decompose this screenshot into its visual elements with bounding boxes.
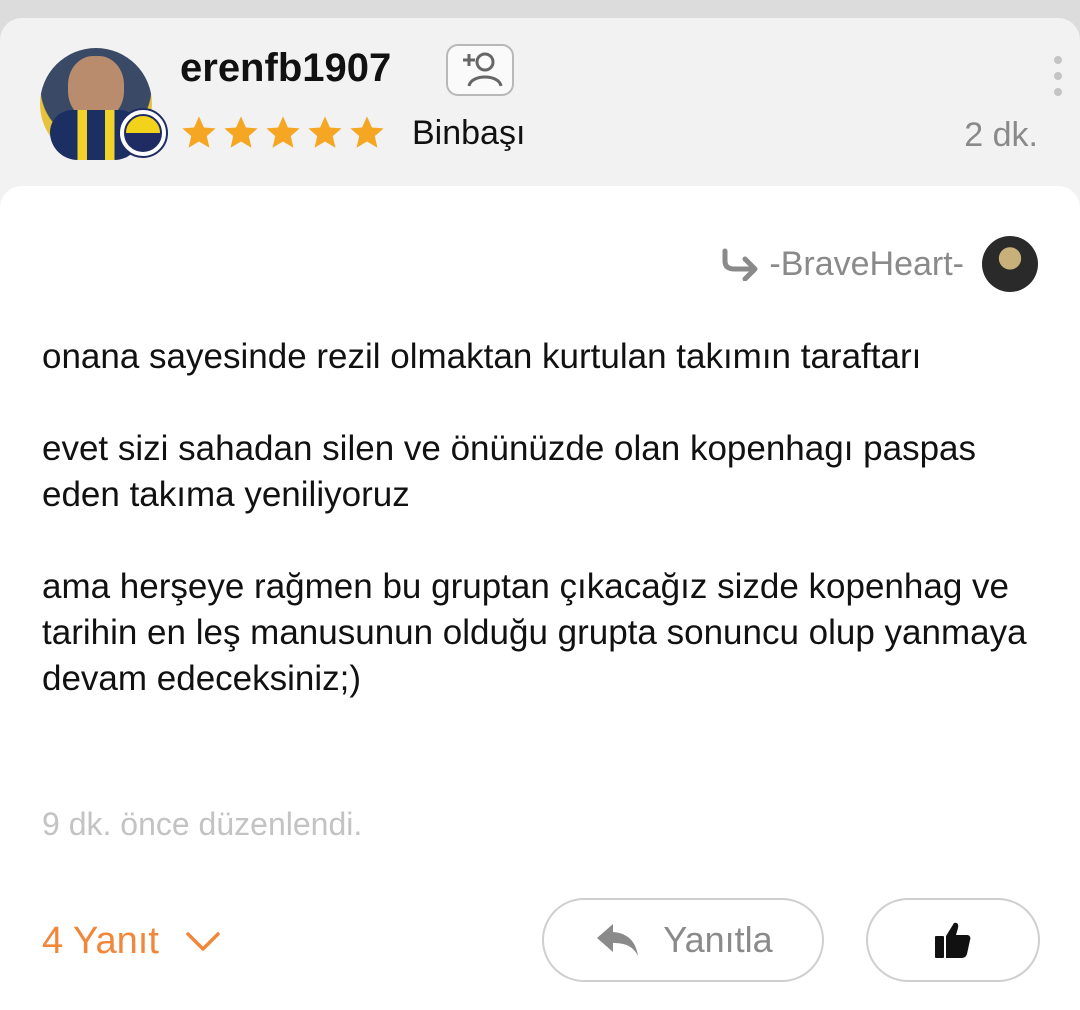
reply-button[interactable]: Yanıtla <box>542 898 824 982</box>
username[interactable]: erenfb1907 <box>180 46 391 91</box>
star-icon <box>224 116 258 148</box>
comment-paragraph: evet sizi sahadan silen ve önünüzde olan… <box>42 429 977 514</box>
comment-paragraph: onana sayesinde rezil olmaktan kurtulan … <box>42 337 922 376</box>
reply-icon <box>597 924 639 956</box>
reply-to-avatar <box>982 236 1038 292</box>
comment-text: onana sayesinde rezil olmaktan kurtulan … <box>42 334 1032 748</box>
reply-to-name: -BraveHeart- <box>769 244 964 283</box>
reply-to[interactable]: -BraveHeart- <box>721 236 1038 292</box>
post-time: 2 dk. <box>964 116 1038 154</box>
follow-button[interactable] <box>446 44 514 96</box>
chevron-down-icon <box>186 931 220 951</box>
star-icon <box>350 116 384 148</box>
comment-paragraph: ama herşeye rağmen bu gruptan çıkacağız … <box>42 567 1027 698</box>
add-user-icon <box>463 52 503 87</box>
replies-label: 4 Yanıt <box>42 920 159 962</box>
star-icon <box>182 116 216 148</box>
more-options-icon[interactable] <box>1048 56 1068 96</box>
rating-stars <box>180 114 386 152</box>
star-icon <box>308 116 342 148</box>
thumbs-up-icon <box>935 922 971 958</box>
reply-button-label: Yanıtla <box>663 919 773 960</box>
reply-arrow-icon <box>722 248 758 281</box>
user-rank: Binbaşı <box>412 114 526 152</box>
like-button[interactable] <box>866 898 1040 982</box>
edited-label: 9 dk. önce düzenlendi. <box>42 806 363 842</box>
club-badge-icon <box>118 108 168 158</box>
star-icon <box>266 116 300 148</box>
replies-toggle[interactable]: 4 Yanıt <box>42 920 221 963</box>
